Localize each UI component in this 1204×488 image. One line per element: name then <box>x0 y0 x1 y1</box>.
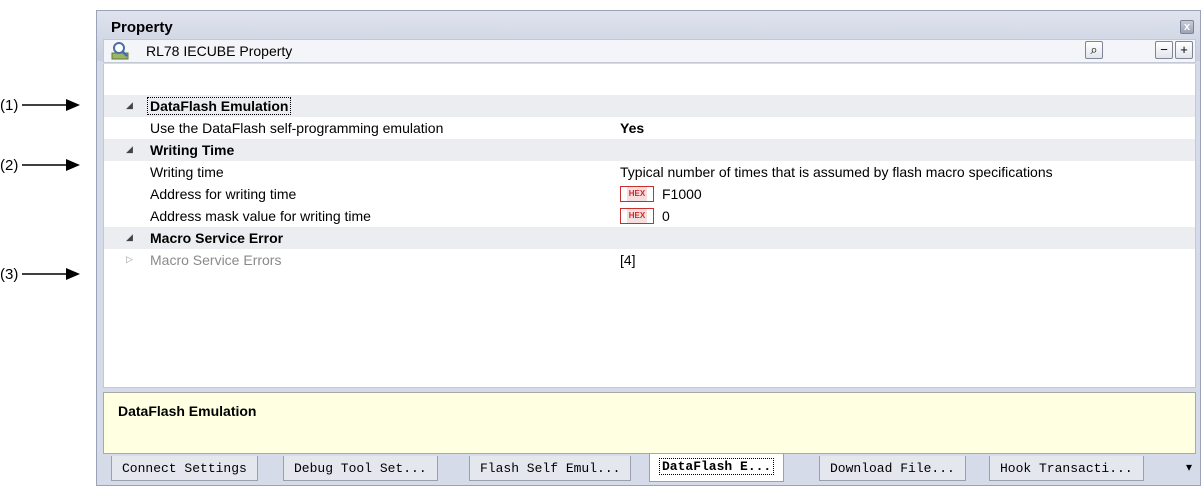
callout-label: (1) <box>0 96 19 114</box>
category-label: Writing Time <box>150 142 235 158</box>
property-row[interactable]: Address mask value for writing time HEX 0 <box>104 205 1195 227</box>
arrow-icon <box>22 99 81 111</box>
minus-icon: − <box>1160 42 1168 57</box>
category-macro-service-error[interactable]: ◢ Macro Service Error <box>104 227 1195 249</box>
tab-label: Download File... <box>830 461 955 476</box>
tab-download-file-settings[interactable]: Download File... <box>819 456 966 481</box>
callout-label: (3) <box>0 265 19 283</box>
property-icon <box>111 42 129 60</box>
category-label: Macro Service Error <box>150 230 284 246</box>
property-name: Writing time <box>150 164 224 180</box>
property-name: Address mask value for writing time <box>150 208 371 224</box>
callout-label: (2) <box>0 156 19 174</box>
collapse-all-button[interactable]: − <box>1155 41 1173 59</box>
callout-2: (2) <box>0 155 81 175</box>
property-row[interactable]: ▷ Macro Service Errors [4] <box>104 249 1195 271</box>
property-name: Use the DataFlash self-programming emula… <box>150 120 444 136</box>
property-value[interactable]: [4] <box>620 252 636 268</box>
close-button[interactable]: x <box>1180 20 1194 34</box>
hex-icon: HEX <box>620 186 654 203</box>
panel-title: Property <box>111 19 173 36</box>
tab-connect-settings[interactable]: Connect Settings <box>111 456 258 481</box>
search-button[interactable]: ⌕ <box>1085 41 1103 59</box>
property-value-cell[interactable]: HEX 0 <box>620 208 670 225</box>
property-row[interactable]: Address for writing time HEX F1000 <box>104 183 1195 205</box>
search-icon: ⌕ <box>1090 42 1098 57</box>
tab-debug-tool-settings[interactable]: Debug Tool Set... <box>283 456 438 481</box>
tab-hook-transaction-settings[interactable]: Hook Transacti... <box>989 456 1144 481</box>
category-writing-time[interactable]: ◢ Writing Time <box>104 139 1195 161</box>
property-value-cell[interactable]: HEX F1000 <box>620 186 702 203</box>
collapse-arrow-icon[interactable]: ◢ <box>126 100 133 111</box>
arrow-icon <box>22 159 81 171</box>
property-value: F1000 <box>662 186 702 202</box>
arrow-icon <box>22 268 81 280</box>
category-label: DataFlash Emulation <box>146 97 292 115</box>
tab-label: Connect Settings <box>122 461 247 476</box>
property-value[interactable]: Typical number of times that is assumed … <box>620 164 1053 180</box>
property-target-title: RL78 IECUBE Property <box>146 43 293 59</box>
callout-3: (3) <box>0 264 81 284</box>
property-row[interactable]: Writing time Typical number of times tha… <box>104 161 1195 183</box>
property-row[interactable]: Use the DataFlash self-programming emula… <box>104 117 1195 139</box>
tab-menu-dropdown-icon[interactable]: ▾ <box>1186 460 1192 474</box>
tab-label: DataFlash E... <box>658 458 775 475</box>
hex-icon: HEX <box>620 208 654 225</box>
tab-label: Hook Transacti... <box>1000 461 1133 476</box>
tab-dataflash-emulation[interactable]: DataFlash E... <box>649 454 785 482</box>
description-pane: DataFlash Emulation <box>103 392 1196 454</box>
tab-strip: Connect Settings Debug Tool Set... Flash… <box>103 454 1196 484</box>
description-title: DataFlash Emulation <box>118 403 257 419</box>
plus-icon: + <box>1180 42 1188 57</box>
tab-label: Flash Self Emul... <box>480 461 621 476</box>
property-grid: ◢ DataFlash Emulation Use the DataFlash … <box>103 64 1196 388</box>
expand-arrow-icon[interactable]: ▷ <box>126 254 133 265</box>
callout-1: (1) <box>0 95 81 115</box>
property-toolbar: RL78 IECUBE Property ⌕ − + <box>103 39 1196 63</box>
collapse-arrow-icon[interactable]: ◢ <box>126 144 133 155</box>
collapse-arrow-icon[interactable]: ◢ <box>126 232 133 243</box>
property-panel: Property x RL78 IECUBE Property ⌕ − + ◢ … <box>96 10 1201 486</box>
tab-label: Debug Tool Set... <box>294 461 427 476</box>
property-value: 0 <box>662 208 670 224</box>
property-name: Macro Service Errors <box>150 252 282 268</box>
property-value[interactable]: Yes <box>620 120 644 136</box>
tab-flash-self-emulation[interactable]: Flash Self Emul... <box>469 456 632 481</box>
expand-all-button[interactable]: + <box>1175 41 1193 59</box>
category-dataflash-emulation[interactable]: ◢ DataFlash Emulation <box>104 95 1195 117</box>
property-name: Address for writing time <box>150 186 297 202</box>
